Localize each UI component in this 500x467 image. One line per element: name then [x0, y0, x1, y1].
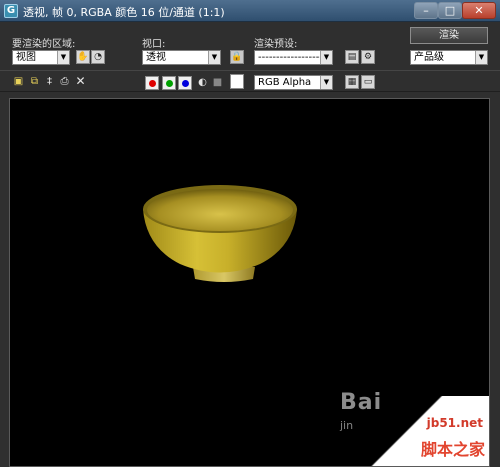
render-preset-dropdown[interactable]: ------------------- ▼ [254, 50, 333, 65]
toggle-ui-overlay-icon[interactable]: ▦ [345, 75, 359, 89]
color-swatch[interactable] [230, 74, 244, 89]
print-icon[interactable]: ⎙ [58, 75, 71, 88]
environment-gear-icon[interactable]: ⚙ [361, 50, 375, 64]
green-channel-icon [166, 80, 173, 87]
app-icon[interactable]: G [4, 4, 18, 18]
viewport-dropdown[interactable]: 透视 ▼ [142, 50, 221, 65]
render-frame-viewport[interactable]: Bai jin jb51.net 脚本之家 [9, 98, 490, 467]
edit-region-icon[interactable]: ✋ [76, 50, 90, 64]
chevron-down-icon: ▼ [475, 51, 487, 64]
title-bar: G 透视, 帧 0, RGBA 颜色 16 位/通道 (1:1) – □ ✕ [0, 0, 500, 22]
render-button[interactable]: 渲染 [410, 27, 488, 44]
close-button[interactable]: ✕ [462, 2, 496, 19]
alpha-channel-icon[interactable]: ◐ [196, 76, 209, 89]
clear-icon[interactable]: ✕ [74, 75, 87, 88]
channel-display-value: RGB Alpha [258, 77, 312, 88]
monochrome-icon[interactable]: ■ [211, 76, 224, 89]
chevron-down-icon: ▼ [208, 51, 220, 64]
blue-channel-toggle[interactable] [178, 76, 192, 90]
quality-dropdown[interactable]: 产品级 ▼ [410, 50, 488, 65]
maximize-button[interactable]: □ [438, 2, 462, 19]
site-url: jb51.net [426, 416, 483, 430]
viewport-label: 视口: [142, 39, 166, 50]
red-channel-toggle[interactable] [145, 76, 159, 90]
copy-image-icon[interactable]: ⧉ [28, 75, 41, 88]
chevron-down-icon: ▼ [320, 51, 332, 64]
auto-region-icon[interactable]: ◔ [91, 50, 105, 64]
area-to-render-label: 要渲染的区域: [12, 39, 76, 50]
area-to-render-value: 视图 [16, 52, 36, 63]
chevron-down-icon: ▼ [57, 51, 69, 64]
toggle-ui-icon[interactable]: ▭ [361, 75, 375, 89]
lock-icon[interactable]: 🔒 [230, 50, 244, 64]
blue-channel-icon [182, 80, 189, 87]
green-channel-toggle[interactable] [162, 76, 176, 90]
viewport-value: 透视 [146, 52, 166, 63]
frame-toolbar: ▣ ⧉ ‡ ⎙ ✕ ◐ ■ RGB Alpha ▼ ▦ ▭ [0, 70, 500, 92]
red-channel-icon [149, 80, 156, 87]
render-setup-icon[interactable]: ▤ [345, 50, 359, 64]
clone-window-icon[interactable]: ‡ [43, 75, 56, 88]
quality-value: 产品级 [414, 52, 444, 63]
chevron-down-icon: ▼ [320, 76, 332, 89]
render-preset-label: 渲染预设: [254, 39, 298, 50]
site-name: 脚本之家 [420, 440, 485, 459]
area-to-render-dropdown[interactable]: 视图 ▼ [12, 50, 70, 65]
window-title: 透视, 帧 0, RGBA 颜色 16 位/通道 (1:1) [23, 6, 225, 19]
minimize-button[interactable]: – [414, 2, 438, 19]
render-preset-value: ------------------- [258, 52, 327, 63]
save-image-icon[interactable]: ▣ [12, 75, 25, 88]
channel-display-dropdown[interactable]: RGB Alpha ▼ [254, 75, 333, 90]
